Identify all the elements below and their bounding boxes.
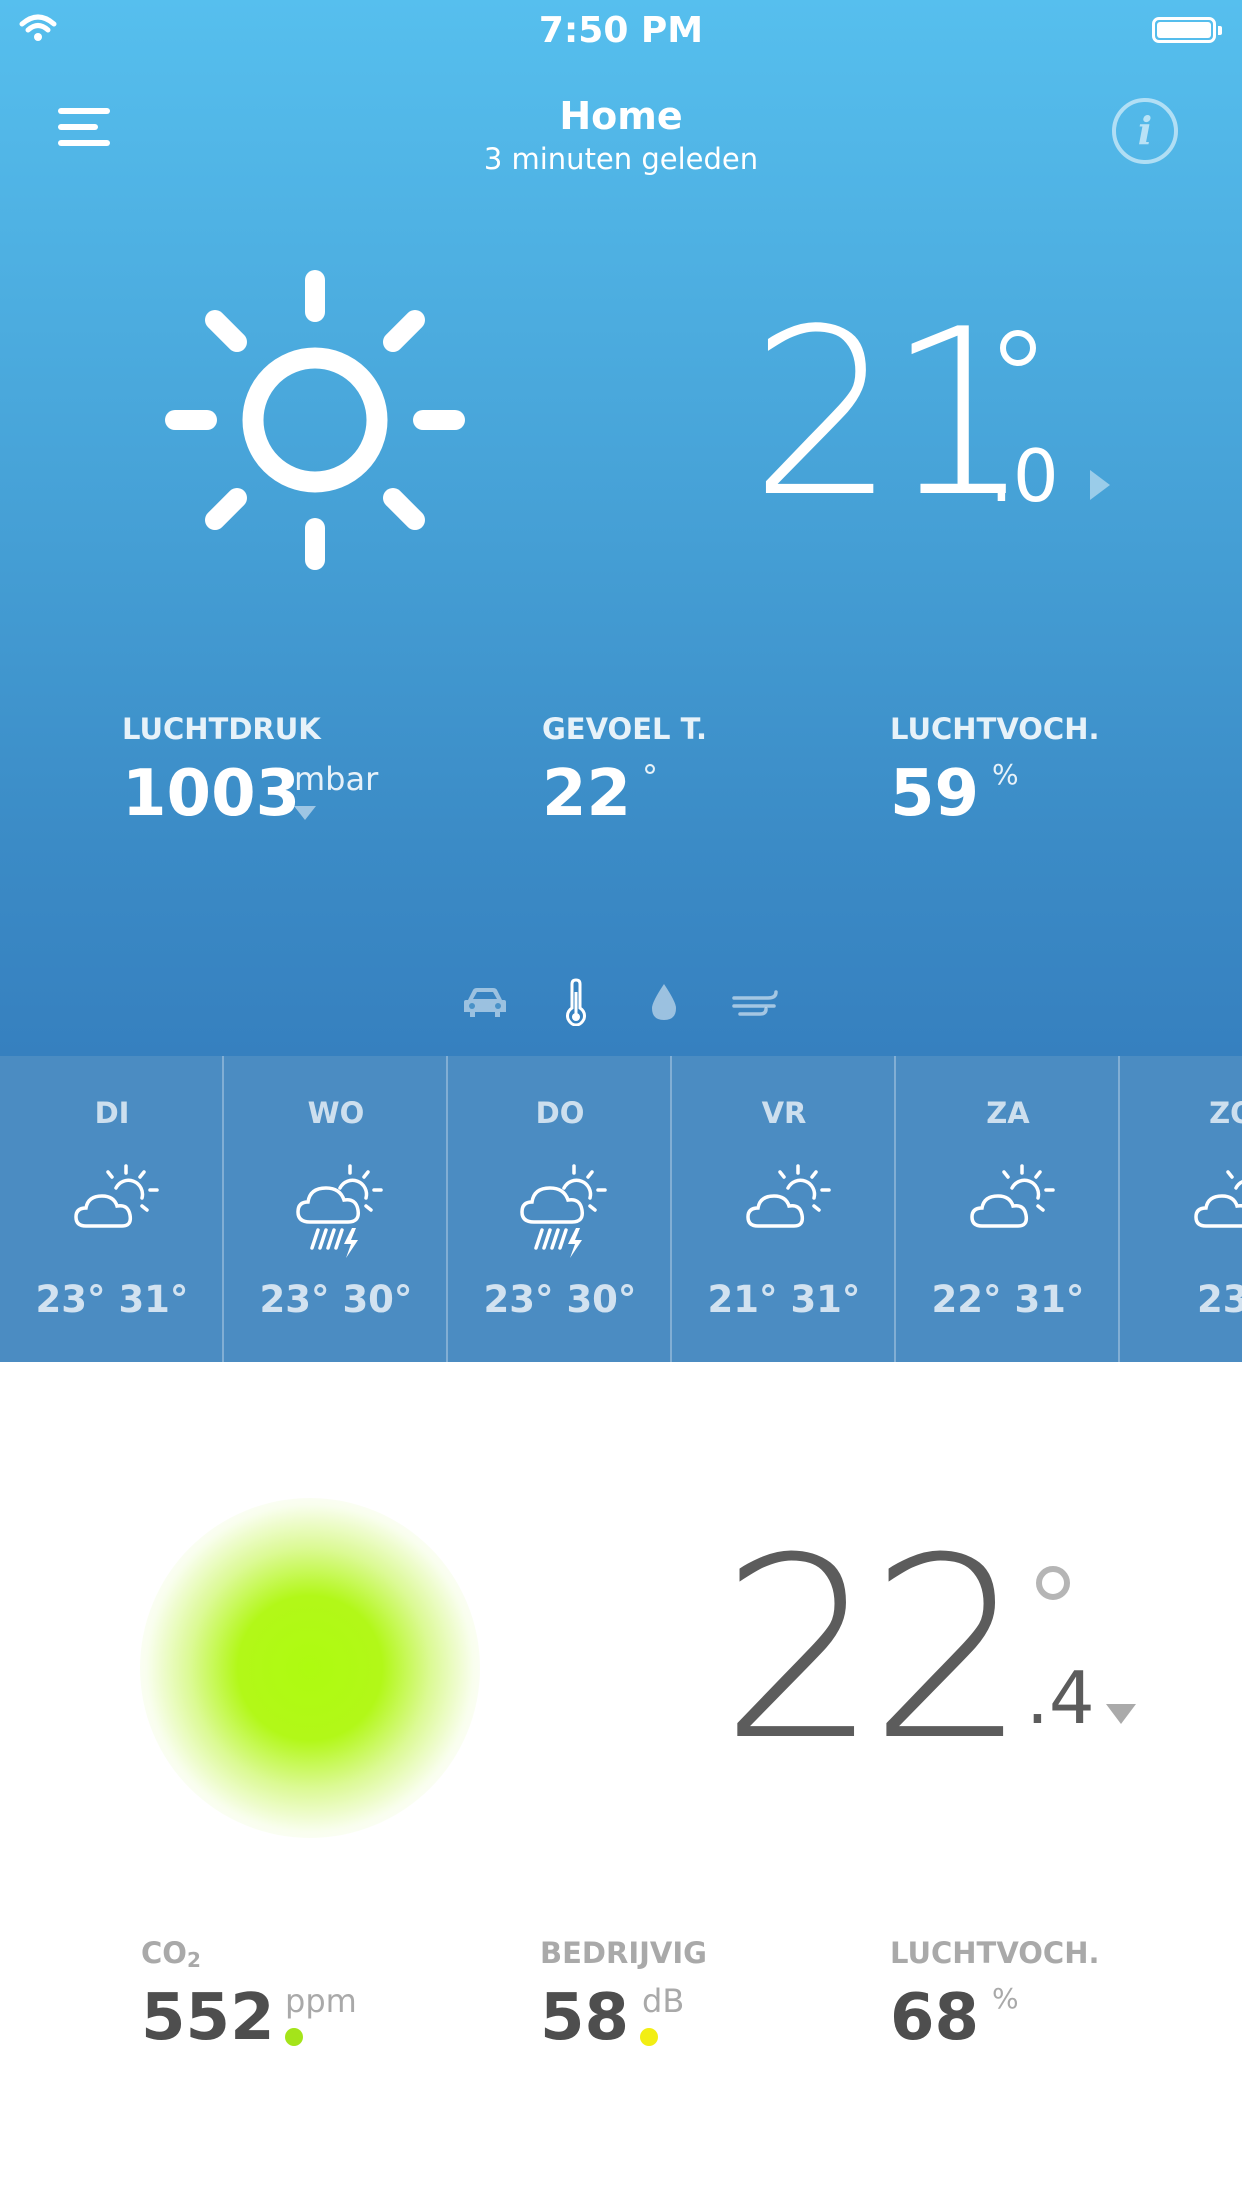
station-title: Home bbox=[559, 94, 683, 138]
info-icon[interactable]: i bbox=[1112, 98, 1178, 164]
forecast-day[interactable]: VR 21° 31° bbox=[672, 1056, 896, 1362]
car-icon[interactable] bbox=[462, 986, 508, 1020]
noise-unit: dB bbox=[642, 1982, 685, 2020]
forecast-day[interactable]: ZO 23° bbox=[1120, 1056, 1242, 1362]
humidity-label: LUCHTVOCH. bbox=[890, 712, 1100, 746]
degree-symbol bbox=[1000, 330, 1036, 366]
forecast-day[interactable]: WO 23° 30° bbox=[224, 1056, 448, 1362]
forecast-temps: 22° 31° bbox=[931, 1278, 1085, 1321]
pressure-stat: LUCHTDRUK 1003 mbar bbox=[122, 712, 378, 831]
indoor-humidity-stat: LUCHTVOCH. 68 % bbox=[890, 1936, 1100, 2055]
humidity-value: 59 bbox=[890, 757, 980, 831]
humidity-unit: % bbox=[992, 758, 1019, 791]
forecast-day-name: DI bbox=[94, 1096, 130, 1130]
noise-status-dot bbox=[640, 2028, 658, 2046]
pressure-unit: mbar bbox=[294, 760, 379, 798]
module-tabs bbox=[0, 978, 1242, 1028]
forecast-temps: 23° 31° bbox=[35, 1278, 189, 1321]
forecast-day-name: WO bbox=[307, 1096, 365, 1130]
feels-like-value: 22 bbox=[542, 757, 632, 831]
forecast-day-name: ZO bbox=[1209, 1096, 1242, 1130]
co2-label: CO2 bbox=[141, 1936, 201, 1972]
last-update-time: 3 minuten geleden bbox=[483, 142, 759, 176]
co2-stat: CO2 552 ppm bbox=[141, 1936, 357, 2055]
air-quality-indicator bbox=[140, 1498, 480, 1838]
status-time: 7:50 PM bbox=[538, 10, 704, 51]
co2-unit: ppm bbox=[285, 1982, 357, 2020]
battery-icon bbox=[1152, 17, 1222, 43]
forecast-temps: 23° 30° bbox=[483, 1278, 637, 1321]
indoor-temperature-decimal: .4 bbox=[1026, 1656, 1095, 1740]
outdoor-temperature-decimal: .0 bbox=[990, 434, 1059, 518]
thermometer-icon[interactable] bbox=[564, 978, 588, 1026]
forecast-day-name: ZA bbox=[986, 1096, 1030, 1130]
indoor-humidity-value: 68 bbox=[890, 1981, 980, 2055]
noise-value: 58 bbox=[540, 1981, 630, 2055]
indoor-humidity-label: LUCHTVOCH. bbox=[890, 1936, 1100, 1970]
partly-cloudy-icon bbox=[1194, 1170, 1242, 1228]
degree-symbol bbox=[1036, 1566, 1070, 1600]
co2-value: 552 bbox=[141, 1981, 275, 2055]
partly-cloudy-icon bbox=[74, 1164, 159, 1228]
outdoor-panel: 7:50 PM Home 3 minuten geleden i 21 .0 L… bbox=[0, 0, 1242, 1056]
indoor-temperature: 22 bbox=[720, 1504, 1028, 1795]
forecast-temps: 23° 30° bbox=[259, 1278, 413, 1321]
outdoor-temperature: 21 bbox=[750, 281, 1033, 548]
noise-label: BEDRIJVIG bbox=[540, 1936, 707, 1970]
thunderstorm-icon bbox=[520, 1164, 607, 1258]
feels-like-stat: GEVOEL T. 22 ° bbox=[542, 712, 707, 831]
pressure-label: LUCHTDRUK bbox=[122, 712, 321, 746]
forecast-day[interactable]: DO 23° 30° bbox=[448, 1056, 672, 1362]
humidity-stat: LUCHTVOCH. 59 % bbox=[890, 712, 1100, 831]
feels-like-unit: ° bbox=[642, 758, 658, 796]
feels-like-label: GEVOEL T. bbox=[542, 712, 707, 746]
rain-drop-icon[interactable] bbox=[650, 982, 678, 1022]
sun-icon bbox=[165, 270, 465, 570]
trend-down-icon bbox=[294, 806, 316, 820]
indoor-humidity-unit: % bbox=[992, 1982, 1019, 2015]
forecast-temps: 23° bbox=[1197, 1278, 1242, 1321]
forecast-day-name: VR bbox=[761, 1096, 807, 1130]
forecast-day-name: DO bbox=[535, 1096, 585, 1130]
partly-cloudy-icon bbox=[746, 1164, 831, 1228]
partly-cloudy-icon bbox=[970, 1164, 1055, 1228]
forecast-day[interactable]: DI 23° 31° bbox=[0, 1056, 224, 1362]
pressure-value: 1003 bbox=[122, 757, 301, 831]
noise-stat: BEDRIJVIG 58 dB bbox=[540, 1936, 707, 2055]
thunderstorm-icon bbox=[296, 1164, 383, 1258]
co2-status-dot bbox=[285, 2028, 303, 2046]
forecast-strip[interactable]: DI 23° 31° WO 23° 30° DO 23° 30° VR 21° … bbox=[0, 1056, 1242, 1362]
trend-right-icon bbox=[1090, 470, 1110, 500]
status-bar: 7:50 PM bbox=[0, 0, 1242, 60]
forecast-day[interactable]: ZA 22° 31° bbox=[896, 1056, 1120, 1362]
wind-icon[interactable] bbox=[732, 988, 780, 1018]
forecast-temps: 21° 31° bbox=[707, 1278, 861, 1321]
trend-down-icon bbox=[1106, 1704, 1136, 1724]
